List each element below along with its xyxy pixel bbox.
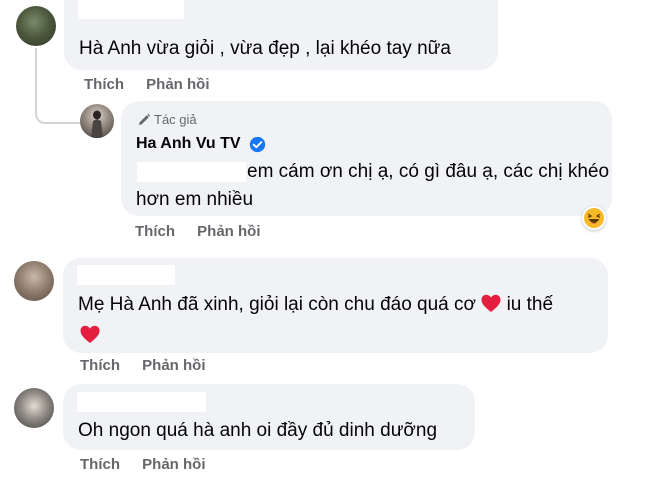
verified-badge-icon [249, 136, 266, 153]
heart-emoji-icon [80, 325, 100, 343]
comment-actions: Thích Phản hồi [84, 76, 210, 93]
commenter-avatar[interactable] [14, 261, 54, 301]
comment-actions: Thích Phản hồi [80, 357, 206, 374]
redacted-mention [137, 162, 246, 182]
reply-text-line2: hơn em nhiều [136, 189, 254, 210]
author-name-link[interactable]: Ha Anh Vu TV [136, 135, 241, 153]
like-button[interactable]: Thích [80, 357, 120, 374]
comment-actions: Thích Phản hồi [80, 456, 206, 473]
comment-text: Hà Anh vừa giỏi , vừa đẹp , lại khéo tay… [79, 38, 451, 59]
redacted-name [77, 392, 206, 412]
author-figure-icon [91, 110, 103, 138]
commenter-avatar[interactable] [14, 388, 54, 428]
commenter-avatar[interactable] [16, 6, 56, 46]
reply-button[interactable]: Phản hồi [197, 223, 260, 240]
like-button[interactable]: Thích [84, 76, 124, 93]
like-button[interactable]: Thích [80, 456, 120, 473]
haha-emoji-icon [584, 208, 604, 228]
reply-button[interactable]: Phản hồi [142, 456, 205, 473]
reply-text-line1: em cám ơn chị ạ, có gì đâu ạ, các chị kh… [247, 161, 610, 182]
pencil-icon [139, 113, 151, 125]
thread-connector [35, 48, 81, 124]
reaction-badge[interactable] [582, 206, 606, 230]
heart-emoji-icon [481, 294, 501, 312]
author-badge-label: Tác giả [154, 112, 197, 127]
redacted-name [78, 0, 184, 19]
comment-thread: Hà Anh vừa giỏi , vừa đẹp , lại khéo tay… [0, 0, 660, 480]
comment-text: Oh ngon quá hà anh oi đầy đủ dinh dưỡng [78, 420, 438, 441]
like-button[interactable]: Thích [135, 223, 175, 240]
reply-actions: Thích Phản hồi [135, 223, 261, 240]
redacted-name [77, 265, 175, 285]
author-avatar[interactable] [80, 104, 114, 138]
reply-button[interactable]: Phản hồi [146, 76, 209, 93]
comment-text-line1: Mẹ Hà Anh đã xinh, giỏi lại còn chu đáo … [78, 294, 554, 315]
reply-button[interactable]: Phản hồi [142, 357, 205, 374]
